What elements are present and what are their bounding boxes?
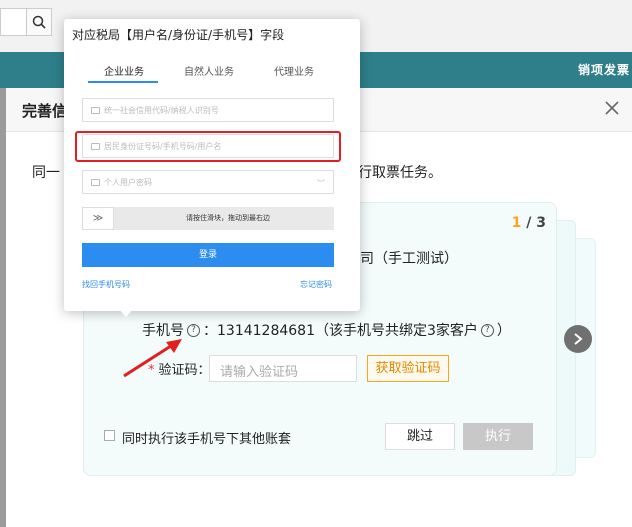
card-page-current: 1 xyxy=(511,215,522,231)
phone-close-paren: ） xyxy=(496,323,511,339)
execute-button[interactable]: 执行 xyxy=(463,423,533,450)
popup-title: 对应税局【用户名/身份证/手机号】字段 xyxy=(72,28,285,42)
password-placeholder: 个人用户密码 xyxy=(104,177,152,187)
phone-row: 手机号 ? ： 13141284681（该手机号共绑定3家客户 ? ） xyxy=(142,320,511,340)
card-pagination: 1 / 3 xyxy=(512,215,546,231)
next-card-button[interactable] xyxy=(564,325,592,353)
phone-colon: ： xyxy=(203,323,217,339)
slide-verification: ≫ 请按住滑块，拖动到最右边 xyxy=(82,207,334,230)
question-icon[interactable]: ? xyxy=(187,323,200,337)
tax-login-popup: 对应税局【用户名/身份证/手机号】字段 企业业务 自然人业务 代理业务 统一社会… xyxy=(64,19,360,311)
nav-item-sales-invoice[interactable]: 销项发票 xyxy=(578,61,630,78)
popup-pointer xyxy=(118,308,134,317)
forgot-password-link[interactable]: 忘记密码 xyxy=(300,279,332,290)
id-number-field[interactable]: 居民身份证号码/手机号码/用户名 xyxy=(82,134,334,158)
search-button[interactable] xyxy=(26,8,52,36)
verification-code-input[interactable]: 请输入验证码 xyxy=(209,355,357,382)
phone-icon xyxy=(91,142,100,150)
password-field[interactable]: 个人用户密码 ︶ xyxy=(82,170,334,194)
skip-button[interactable]: 跳过 xyxy=(385,423,455,450)
credit-code-placeholder: 统一社会信用代码/纳税人识别号 xyxy=(104,105,219,115)
question-icon[interactable]: ? xyxy=(480,323,494,337)
credit-code-field[interactable]: 统一社会信用代码/纳税人识别号 xyxy=(82,98,334,122)
login-button[interactable]: 登录 xyxy=(82,243,334,267)
dialog-description-right: 行取票任务。 xyxy=(358,165,442,181)
id-number-placeholder: 居民身份证号码/手机号码/用户名 xyxy=(104,141,222,151)
dialog-description-left: 同一 xyxy=(32,165,60,181)
get-code-button[interactable]: 获取验证码 xyxy=(367,355,449,382)
close-icon[interactable] xyxy=(602,98,622,118)
tab-agent[interactable]: 代理业务 xyxy=(274,63,314,78)
id-card-icon xyxy=(91,106,100,114)
company-name: 公司（手工测试） xyxy=(346,251,458,267)
tab-individual[interactable]: 自然人业务 xyxy=(184,63,234,78)
find-phone-link[interactable]: 找回手机号码 xyxy=(82,279,130,290)
active-tab-indicator xyxy=(88,81,158,83)
phone-value: 13141284681（该手机号共绑定3家客户 xyxy=(217,323,478,339)
dialog-title: 完善信 xyxy=(22,102,68,120)
annotation-arrow-icon xyxy=(123,339,182,378)
lock-icon xyxy=(91,178,100,186)
search-icon xyxy=(32,15,46,29)
card-page-total: / 3 xyxy=(526,215,546,231)
tab-enterprise[interactable]: 企业业务 xyxy=(104,63,144,78)
chevron-right-icon xyxy=(574,333,583,345)
run-all-accounts-label: 同时执行该手机号下其他账套 xyxy=(122,432,292,447)
run-all-accounts-checkbox[interactable] xyxy=(104,430,115,441)
slider-handle[interactable]: ≫ xyxy=(82,207,114,230)
slider-hint: 请按住滑块，拖动到最右边 xyxy=(186,214,270,222)
eye-hidden-icon[interactable]: ︶ xyxy=(317,178,325,189)
